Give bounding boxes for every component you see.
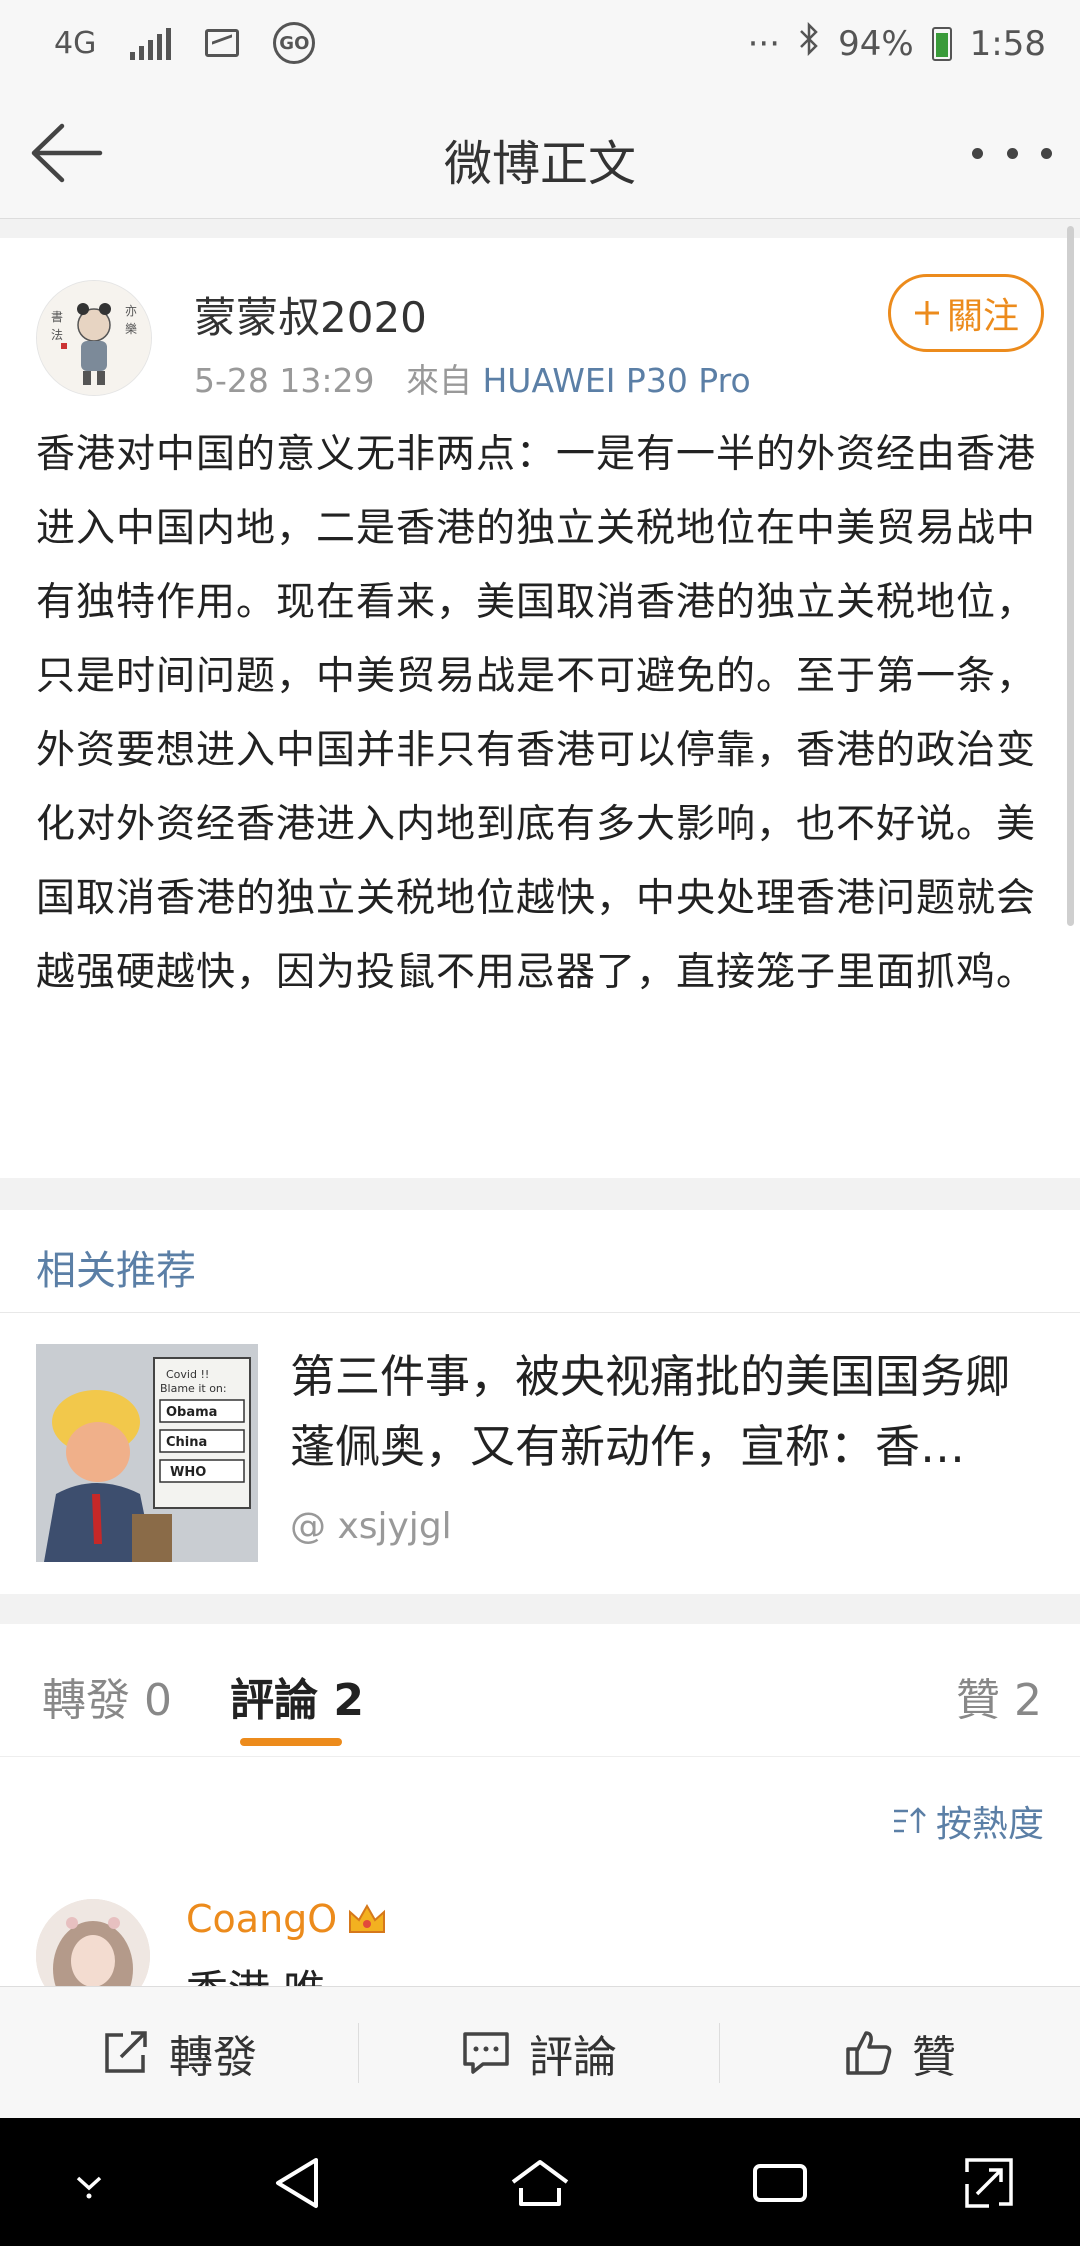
post-body: 香港对中国的意义无非两点：一是有一半的外资经由香港进入中国内地，二是香港的独立关… [36,432,1037,995]
svg-text:書: 書 [51,310,63,324]
more-notifications: ··· [747,23,781,64]
related-item-text[interactable]: 第三件事，被央视痛批的美国国务卿蓬佩奥，又有新动作，宣称：香… [290,1342,1046,1482]
sort-icon [893,1807,926,1833]
share-icon [105,2031,147,2073]
cartoon-image: Covid !! Blame it on: Obama China WHO [36,1344,258,1562]
repost-button[interactable]: 轉發 [0,1987,358,2119]
post-meta: 5-28 13:29 來自 HUAWEI P30 Pro [194,354,751,402]
nav-hide-icon[interactable] [54,2148,124,2218]
plus-icon [914,301,939,325]
active-tab-indicator [240,1738,342,1746]
battery-percent: 94% [838,23,914,64]
action-bar: 轉發 評論 贊 [0,1986,1080,2119]
avatar-illustration-icon: 書法 亦樂 [37,281,151,395]
weibo-post: 書法 亦樂 蒙蒙叔2020 5-28 13:29 來自 HUAWEI P30 P… [0,238,1080,1178]
comment-label: 評論 [529,2032,617,2083]
thumb-label-1: Covid !! [166,1368,209,1381]
sort-label: 按熱度 [935,1804,1044,1845]
thumb-label-5: WHO [170,1465,206,1480]
follow-label: 關注 [946,296,1019,337]
follow-button[interactable]: 關注 [888,274,1044,352]
comments-section: 按熱度 CoangO 香港 唯... [0,1757,1080,1987]
svg-text:法: 法 [51,328,63,342]
related-thumbnail[interactable]: Covid !! Blame it on: Obama China WHO [36,1344,258,1562]
network-type: 4G [54,25,97,61]
post-source-prefix: 來自 [405,361,472,400]
svg-text:樂: 樂 [125,321,137,336]
crown-icon [349,1903,386,1933]
page-title: 微博正文 [443,136,636,192]
system-nav-bar [0,2118,1080,2246]
bluetooth-icon [798,21,820,65]
comment-icon [463,2032,509,2074]
thumb-label-2: Blame it on: [160,1382,227,1395]
nav-recents-icon[interactable] [745,2148,815,2218]
app-header: 微博正文 [0,88,1080,219]
comment-button[interactable]: 評論 [359,1987,719,2119]
image-notification-icon [205,29,240,57]
author-avatar[interactable]: 書法 亦樂 [36,280,152,396]
commenter-avatar[interactable] [36,1899,150,1987]
sort-button[interactable]: 按熱度 [892,1795,1044,1847]
commenter-name[interactable]: CoangO [186,1897,337,1941]
interaction-tabs: 轉發 0 評論 2 贊 2 [0,1624,1080,1757]
status-bar: 4G GO ··· 94% 1:58 [0,0,1080,88]
repost-label: 轉發 [169,2032,257,2083]
thumb-label-4: China [166,1435,207,1450]
svg-text:亦: 亦 [125,303,137,318]
battery-icon [931,26,952,61]
commenter-photo [36,1899,150,1987]
scrollbar[interactable] [1067,226,1074,926]
status-right: ··· 94% 1:58 [747,21,1046,65]
post-timestamp: 5-28 13:29 [194,361,375,400]
go-app-icon: GO [273,22,316,64]
nav-home-icon[interactable] [505,2148,575,2218]
divider [0,1312,1080,1313]
more-dot-icon [1006,147,1018,159]
thumb-label-3: Obama [166,1405,217,1420]
comment-text: 香港 唯... [186,1957,365,1987]
tab-comment[interactable]: 評論 2 [230,1664,364,1728]
more-dot-icon [1041,147,1052,159]
nav-back-icon[interactable] [264,2148,334,2218]
commenter-name-row: CoangO [186,1897,387,1941]
like-label: 贊 [912,2032,956,2083]
related-item-user[interactable]: @ xsjyjgl [290,1506,452,1547]
related-section: 相关推荐 Covid !! Blame it on: Obama China W… [0,1210,1080,1594]
author-name[interactable]: 蒙蒙叔2020 [194,284,427,345]
tab-repost[interactable]: 轉發 0 [42,1664,172,1728]
clock: 1:58 [969,23,1046,64]
nav-rotate-icon[interactable] [953,2148,1023,2218]
more-options-button[interactable] [972,128,1052,178]
post-source[interactable]: HUAWEI P30 Pro [482,361,750,400]
like-button[interactable]: 贊 [720,1987,1080,2119]
thumbs-up-icon [846,2031,892,2075]
related-title: 相关推荐 [36,1248,196,1294]
signal-icon [130,26,172,60]
tab-like[interactable]: 贊 2 [956,1664,1042,1728]
more-dot-icon [972,147,983,159]
status-left: 4G GO [54,22,316,64]
